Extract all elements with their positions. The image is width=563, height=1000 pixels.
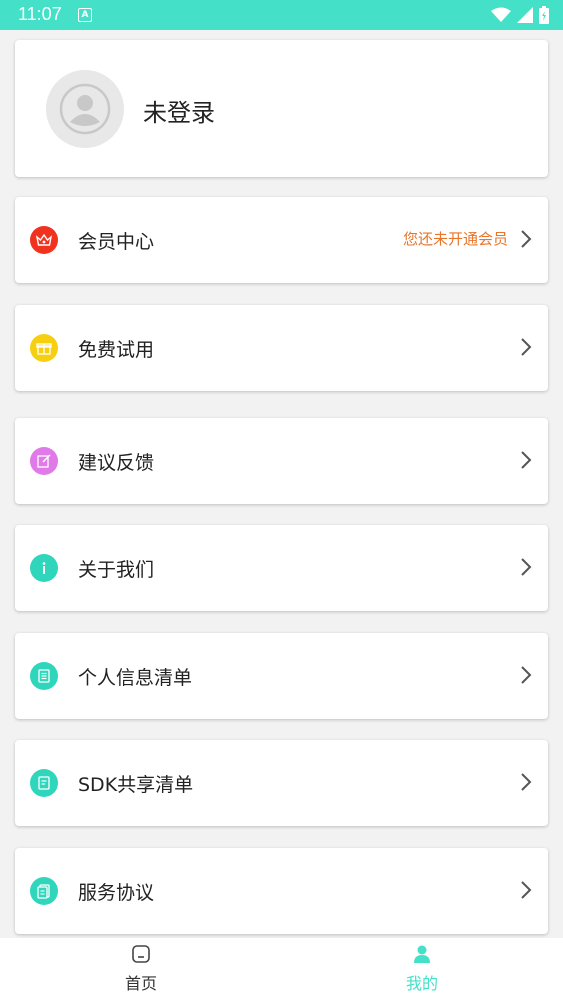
menu-item-free-trial[interactable]: 免费试用: [15, 305, 548, 391]
menu-item-about-us[interactable]: 关于我们: [15, 525, 548, 611]
default-avatar-icon[interactable]: [46, 70, 124, 148]
profile-card[interactable]: 未登录: [15, 40, 548, 177]
menu-item-label: 个人信息清单: [78, 667, 193, 689]
chevron-right-icon: [521, 881, 532, 899]
tab-mine[interactable]: 我的: [362, 944, 482, 994]
wifi-icon: [491, 7, 511, 22]
tab-home[interactable]: 首页: [81, 944, 201, 994]
login-status-label[interactable]: 未登录: [143, 93, 215, 128]
menu-item-label: 建议反馈: [78, 452, 155, 474]
chevron-right-icon: [521, 773, 532, 791]
chevron-right-icon: [521, 230, 532, 248]
signal-icon: [517, 7, 533, 23]
notification-a-icon: A: [78, 8, 92, 22]
status-time: 11:07: [18, 4, 62, 24]
tab-mine-label: 我的: [405, 974, 438, 993]
gift-icon: [30, 334, 58, 362]
chevron-right-icon: [521, 666, 532, 684]
menu-item-sdk-share-list[interactable]: SDK共享清单: [15, 740, 548, 826]
home-icon: [132, 945, 150, 963]
menu-item-vip-center[interactable]: 会员中心 您还未开通会员: [15, 197, 548, 283]
menu-item-service-agreement[interactable]: 服务协议: [15, 848, 548, 934]
menu-item-personal-info-list[interactable]: 个人信息清单: [15, 633, 548, 719]
document-icon: [30, 769, 58, 797]
list-icon: [30, 662, 58, 690]
tab-home-label: 首页: [124, 974, 157, 993]
menu-item-label: 免费试用: [78, 339, 155, 361]
agreement-icon: [30, 877, 58, 905]
status-bar: 11:07 A: [0, 0, 563, 30]
chevron-right-icon: [521, 451, 532, 469]
menu-item-label: 会员中心: [78, 231, 155, 253]
vip-status-text: 您还未开通会员: [402, 230, 508, 248]
menu-item-label: 关于我们: [78, 559, 155, 581]
edit-icon: [30, 447, 58, 475]
menu-item-label: 服务协议: [78, 882, 155, 904]
menu-item-label: SDK共享清单: [78, 774, 194, 796]
info-icon: [30, 554, 58, 582]
chevron-right-icon: [521, 558, 532, 576]
person-icon: [414, 945, 430, 963]
crown-icon: [30, 226, 58, 254]
chevron-right-icon: [521, 338, 532, 356]
bottom-tab-bar: 首页 我的: [0, 938, 563, 1000]
menu-item-feedback[interactable]: 建议反馈: [15, 418, 548, 504]
battery-icon: [539, 6, 549, 24]
